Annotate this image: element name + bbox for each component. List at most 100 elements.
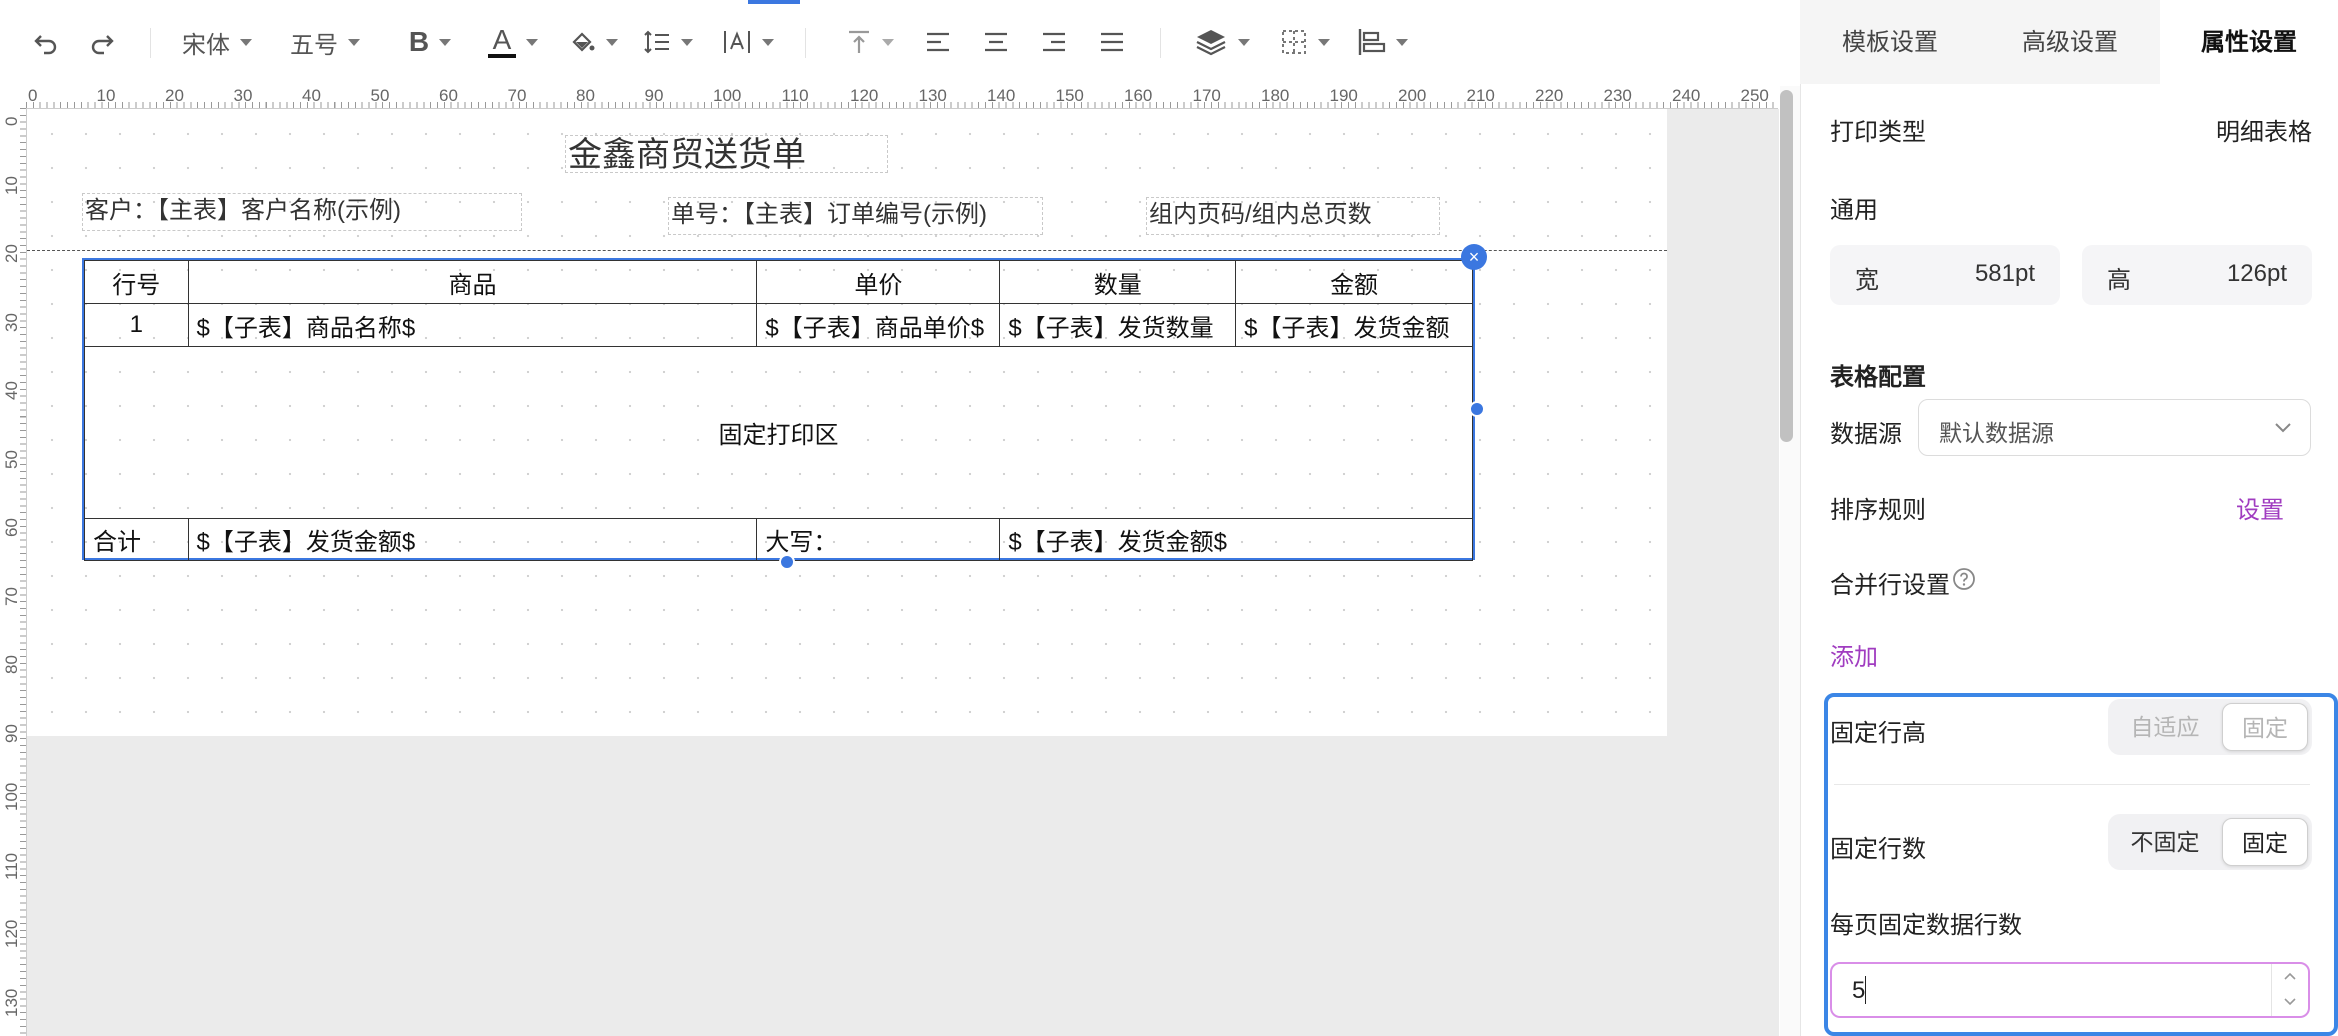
row-height-auto-option[interactable]: 自适应 (2112, 703, 2218, 751)
ruler-mark: 120 (850, 86, 879, 105)
datasource-select[interactable]: 默认数据源 (1918, 399, 2311, 456)
resize-handle-bottom[interactable] (779, 554, 795, 570)
align-left-button[interactable] (918, 20, 958, 64)
fixed-print-area[interactable]: 固定打印区 (84, 346, 1473, 519)
ruler-mark: 130 (2, 988, 21, 1017)
detail-table-grid: 行号 商品 单价 数量 金额 1 $【子表】商品名称$ $【子表】商品单价$ $… (84, 260, 1473, 561)
tab-property-settings[interactable]: 属性设置 (2160, 0, 2338, 84)
table-cell[interactable]: $【子表】商品名称$ (187, 303, 758, 347)
ruler-mark: 90 (2, 723, 21, 743)
ruler-mark: 20 (2, 244, 21, 263)
rows-per-page-label: 每页固定数据行数 (1830, 912, 2022, 939)
toolbar: 宋体 五号 B A (0, 0, 1800, 86)
vertical-align-button[interactable] (842, 20, 898, 64)
chevron-down-icon[interactable] (2284, 998, 2296, 1006)
ruler-mark: 180 (1261, 86, 1290, 105)
font-color-button[interactable]: A (484, 20, 542, 64)
table-cell[interactable]: $【子表】发货数量 (999, 303, 1237, 347)
canvas-scrollbar-thumb[interactable] (1780, 90, 1793, 442)
table-row: 1 $【子表】商品名称$ $【子表】商品单价$ $【子表】发货数量 $【子表】发… (84, 303, 1473, 347)
table-footer-cell[interactable]: $【子表】发货金额$ (999, 518, 1473, 561)
table-header-cell[interactable]: 金额 (1235, 260, 1473, 304)
undo-button[interactable] (24, 20, 68, 64)
width-field[interactable]: 宽 581pt (1830, 245, 2060, 305)
table-cell[interactable]: $【子表】发货金额 (1235, 303, 1473, 347)
chevron-down-icon (1318, 38, 1330, 46)
font-family-select[interactable]: 宋体 (182, 20, 272, 64)
align-right-button[interactable] (1034, 20, 1074, 64)
vertical-ruler: 0 10 20 30 40 50 60 70 80 90 100 110 120 130 (0, 108, 27, 1036)
line-height-button[interactable] (640, 20, 696, 64)
detail-table[interactable]: 行号 商品 单价 数量 金额 1 $【子表】商品名称$ $【子表】商品单价$ $… (82, 258, 1475, 561)
sort-rule-setting-link[interactable]: 设置 (2236, 490, 2284, 525)
height-field[interactable]: 高 126pt (2082, 245, 2312, 305)
chevron-down-icon (1238, 38, 1250, 46)
row-height-fixed-option[interactable]: 固定 (2222, 703, 2308, 751)
align-justify-button[interactable] (1092, 20, 1132, 64)
rows-per-page-input[interactable]: 5 (1830, 962, 2310, 1018)
bold-button[interactable]: B (402, 20, 458, 64)
remove-table-button[interactable]: × (1461, 244, 1487, 270)
panel-tabs: 模板设置 高级设置 属性设置 (1800, 0, 2338, 84)
table-header-cell[interactable]: 单价 (756, 260, 1001, 304)
page-number-field[interactable]: 组内页码/组内总页数 (1146, 197, 1440, 235)
chevron-down-icon (1396, 38, 1408, 46)
redo-button[interactable] (80, 20, 124, 64)
help-icon[interactable] (1952, 567, 1976, 591)
border-button[interactable] (1276, 20, 1334, 64)
order-number-field[interactable]: 单号：【主表】订单编号(示例) (668, 197, 1043, 235)
line-height-icon (644, 30, 669, 54)
table-header-cell[interactable]: 行号 (84, 260, 189, 304)
ruler-mark: 120 (2, 919, 21, 948)
customer-field[interactable]: 客户：【主表】客户名称(示例) (82, 193, 522, 231)
row-count-unfixed-option[interactable]: 不固定 (2112, 818, 2218, 866)
tab-advanced-settings[interactable]: 高级设置 (1980, 0, 2160, 84)
table-cell[interactable]: 1 (84, 303, 189, 347)
ruler-mark: 110 (781, 86, 809, 105)
font-family-value: 宋体 (182, 31, 230, 59)
tab-template-settings[interactable]: 模板设置 (1800, 0, 1980, 84)
ruler-mark: 60 (439, 86, 458, 105)
letter-spacing-button[interactable] (720, 20, 776, 64)
row-count-fixed-option[interactable]: 固定 (2222, 818, 2308, 866)
undo-icon (34, 35, 57, 55)
general-section-label: 通用 (1830, 197, 1878, 224)
table-header-row: 行号 商品 单价 数量 金额 (84, 260, 1473, 304)
ruler-mark: 230 (1603, 86, 1632, 105)
font-size-value: 五号 (290, 31, 338, 59)
fixed-row-count-toggle: 不固定 固定 (2108, 814, 2312, 870)
horizontal-ruler: 0 10 20 30 40 50 60 70 80 90 100 110 120 130 140 150 160… (26, 86, 1778, 109)
report-title[interactable]: 金鑫商贸送货单 (565, 135, 888, 173)
align-center-icon (985, 32, 1007, 52)
table-header-cell[interactable]: 数量 (999, 260, 1237, 304)
align-center-button[interactable] (976, 20, 1016, 64)
number-stepper[interactable] (2271, 964, 2308, 1016)
chevron-down-icon (681, 38, 693, 46)
ruler-mark: 170 (1192, 86, 1221, 105)
chevron-down-icon (526, 38, 538, 46)
font-size-select[interactable]: 五号 (290, 20, 374, 64)
ruler-mark: 80 (576, 86, 595, 105)
chevron-down-icon (348, 38, 360, 46)
table-footer-cell[interactable]: $【子表】发货金额$ (187, 518, 758, 561)
merge-add-link[interactable]: 添加 (1830, 637, 1878, 672)
fill-color-button[interactable] (566, 20, 622, 64)
fixed-row-count-label: 固定行数 (1830, 836, 1926, 863)
ruler-mark: 140 (987, 86, 1016, 105)
ruler-mark: 40 (2, 381, 21, 400)
chevron-up-icon[interactable] (2284, 972, 2296, 980)
resize-handle-right[interactable] (1469, 401, 1485, 417)
table-footer-cell[interactable]: 合计 (84, 518, 189, 561)
table-cell[interactable]: $【子表】商品单价$ (756, 303, 1001, 347)
ruler-mark: 110 (2, 852, 21, 880)
ruler-mark: 50 (2, 449, 21, 469)
table-footer-cell[interactable]: 大写： (756, 518, 1001, 561)
table-header-cell[interactable]: 商品 (187, 260, 758, 304)
ruler-mark: 0 (28, 86, 38, 105)
datasource-label: 数据源 (1830, 421, 1902, 448)
letter-spacing-icon (724, 31, 750, 53)
arrange-button[interactable] (1352, 20, 1412, 64)
fixed-row-height-label: 固定行高 (1830, 720, 1926, 747)
layer-button[interactable] (1192, 20, 1252, 64)
bold-label: B (408, 26, 430, 57)
